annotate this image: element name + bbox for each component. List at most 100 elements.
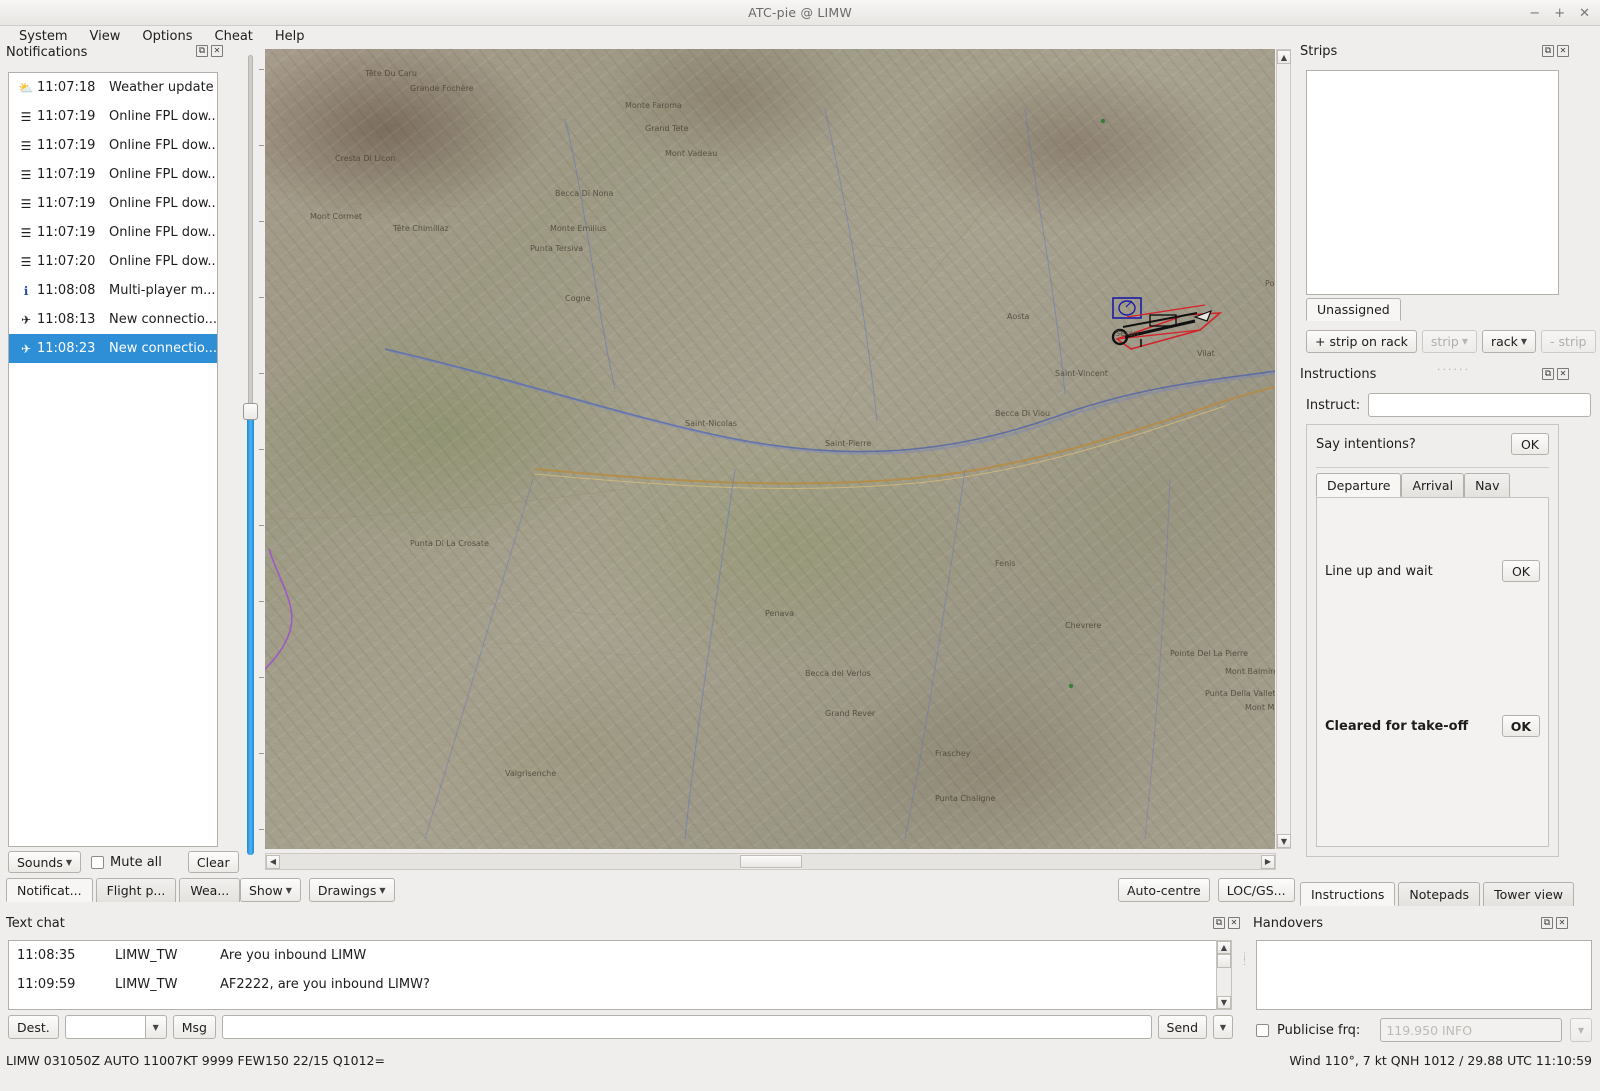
notification-row[interactable]: ☰ 11:07:19 Online FPL dow...: [9, 189, 217, 218]
notification-row[interactable]: ☰ 11:07:19 Online FPL dow...: [9, 102, 217, 131]
chat-log[interactable]: 11:08:35 LIMW_TW Are you inbound LIMW 11:09…: [8, 940, 1223, 1010]
float-icon[interactable]: [1213, 917, 1225, 929]
drawings-button[interactable]: Drawings ▼: [308, 878, 395, 902]
checkbox-box[interactable]: [91, 855, 105, 869]
float-icon[interactable]: [1542, 45, 1554, 57]
close-icon[interactable]: [211, 45, 223, 57]
close-icon[interactable]: [1556, 917, 1568, 929]
tab-weather[interactable]: Wea...: [179, 878, 241, 902]
scroll-track-left[interactable]: [280, 854, 740, 869]
float-icon[interactable]: [196, 45, 208, 57]
slider-handle[interactable]: [243, 403, 258, 420]
notification-row[interactable]: ☰ 11:07:19 Online FPL dow...: [9, 160, 217, 189]
close-icon[interactable]: [1557, 45, 1569, 57]
notification-row[interactable]: ⛅ 11:07:18 Weather update: [9, 73, 217, 102]
splitter-handle[interactable]: ......: [1437, 360, 1470, 373]
chat-scroll-up-icon[interactable]: ▲: [1217, 941, 1231, 954]
auto-centre-button[interactable]: Auto-centre: [1118, 878, 1210, 902]
notification-time: 11:08:13: [37, 312, 96, 327]
map-place-label: Vilat: [1197, 349, 1215, 358]
dest-dropdown-button[interactable]: ▼: [144, 1015, 167, 1039]
tab-tower-view[interactable]: Tower view: [1483, 882, 1575, 906]
show-button[interactable]: Show ▼: [240, 878, 301, 902]
dest-combobox[interactable]: ▼: [64, 1015, 167, 1039]
scroll-thumb[interactable]: [739, 855, 802, 868]
scroll-track-right[interactable]: [801, 854, 1261, 869]
close-icon[interactable]: [1557, 368, 1569, 380]
float-icon[interactable]: [1541, 917, 1553, 929]
tab-arrival[interactable]: Arrival: [1401, 473, 1465, 497]
line-up-ok-button[interactable]: OK: [1502, 560, 1540, 582]
float-icon[interactable]: [1542, 368, 1554, 380]
strip-rack[interactable]: [1306, 70, 1559, 295]
notification-row[interactable]: ✈ 11:08:13 New connectio...: [9, 305, 217, 334]
map-horizontal-scrollbar[interactable]: ◀ ▶: [265, 853, 1276, 870]
menu-view[interactable]: View: [78, 27, 131, 46]
chat-scroll-thumb[interactable]: [1217, 954, 1231, 968]
map-place-label: Fenis: [995, 559, 1016, 568]
scroll-left-icon[interactable]: ◀: [266, 854, 280, 869]
map-canvas[interactable]: Tête Du Caru Grande Fochère Cresta Di Lico…: [265, 49, 1275, 849]
scroll-up-icon[interactable]: ▲: [1277, 50, 1291, 64]
instruction-label-line-up: Line up and wait: [1325, 563, 1433, 579]
instruct-label: Instruct:: [1306, 397, 1361, 413]
tab-notepads[interactable]: Notepads: [1398, 882, 1481, 906]
frequency-field: 119.950 INFO: [1380, 1018, 1562, 1042]
map-place-label: Aosta: [1007, 312, 1030, 321]
notification-row[interactable]: ✈ 11:08:23 New connectio...: [9, 334, 217, 363]
chat-handovers-splitter[interactable]: ⋮ ⋮: [1240, 953, 1249, 967]
tab-notifications[interactable]: Notificat...: [6, 878, 93, 902]
weather-icon: ⛅: [18, 80, 34, 95]
publicise-checkbox[interactable]: [1256, 1023, 1269, 1037]
dest-button[interactable]: Dest.: [8, 1015, 59, 1039]
tab-departure[interactable]: Departure: [1316, 473, 1402, 497]
handovers-list[interactable]: [1256, 940, 1592, 1010]
notification-row[interactable]: ☰ 11:07:19 Online FPL dow...: [9, 131, 217, 160]
mute-all-checkbox[interactable]: Mute all: [91, 855, 162, 870]
radar-map[interactable]: Tête Du Caru Grande Fochère Cresta Di Lico…: [265, 49, 1275, 849]
notification-row[interactable]: ℹ 11:08:08 Multi-player m...: [9, 276, 217, 305]
message-input[interactable]: [221, 1015, 1152, 1039]
tab-unassigned[interactable]: Unassigned: [1306, 298, 1401, 321]
instruct-input[interactable]: [1368, 393, 1591, 417]
sounds-button[interactable]: Sounds ▼: [8, 851, 82, 873]
strip-rack-tabs: Unassigned: [1306, 298, 1401, 321]
clear-button[interactable]: Clear: [187, 851, 239, 873]
notifications-panel-buttons: [196, 45, 223, 57]
map-vertical-scrollbar[interactable]: ▲ ▼: [1276, 49, 1291, 849]
menu-system[interactable]: System: [8, 27, 78, 46]
chevron-down-icon: ▼: [1219, 1022, 1227, 1032]
chat-scrollbar[interactable]: ▲ ▼: [1216, 940, 1232, 1010]
chat-rows: 11:08:35 LIMW_TW Are you inbound LIMW 11:09…: [9, 941, 1222, 999]
map-place-label: Penava: [765, 609, 795, 618]
take-off-ok-button[interactable]: OK: [1501, 715, 1540, 737]
map-zoom-slider[interactable]: [243, 55, 264, 855]
tab-instructions[interactable]: Instructions: [1300, 882, 1396, 906]
dest-input[interactable]: [64, 1015, 145, 1039]
send-button[interactable]: Send: [1157, 1015, 1207, 1039]
map-place-label: Fraschey: [935, 749, 971, 758]
close-icon[interactable]: [1228, 917, 1240, 929]
rack-menu-button[interactable]: rack ▼: [1481, 330, 1537, 353]
menu-cheat[interactable]: Cheat: [204, 27, 264, 46]
add-strip-on-rack-button[interactable]: + strip on rack: [1306, 330, 1417, 353]
notifications-list[interactable]: ⛅ 11:07:18 Weather update ☰ 11:07:19 Online F…: [8, 72, 218, 847]
notification-row[interactable]: ☰ 11:07:20 Online FPL dow...: [9, 247, 217, 276]
say-intentions-ok-button[interactable]: OK: [1511, 433, 1549, 455]
menu-options[interactable]: Options: [131, 27, 203, 46]
send-options-button[interactable]: ▼: [1213, 1015, 1233, 1039]
textchat-panel-title: Text chat: [6, 916, 65, 931]
loc-gs-button[interactable]: LOC/GS...: [1217, 878, 1295, 902]
tab-nav[interactable]: Nav: [1464, 473, 1511, 497]
chat-message-row: 11:08:35 LIMW_TW Are you inbound LIMW: [9, 941, 1222, 970]
say-intentions-row: Say intentions? OK: [1316, 433, 1549, 455]
menu-help[interactable]: Help: [264, 27, 316, 46]
flightplan-icon: ☰: [20, 138, 32, 153]
chat-scroll-down-icon[interactable]: ▼: [1217, 996, 1231, 1009]
map-place-label: Seran: [1115, 329, 1139, 338]
notification-row[interactable]: ☰ 11:07:19 Online FPL dow...: [9, 218, 217, 247]
scroll-down-icon[interactable]: ▼: [1277, 834, 1291, 848]
tab-flight-plans[interactable]: Flight p...: [95, 878, 177, 902]
msg-button[interactable]: Msg: [172, 1015, 216, 1039]
scroll-right-icon[interactable]: ▶: [1261, 854, 1275, 869]
